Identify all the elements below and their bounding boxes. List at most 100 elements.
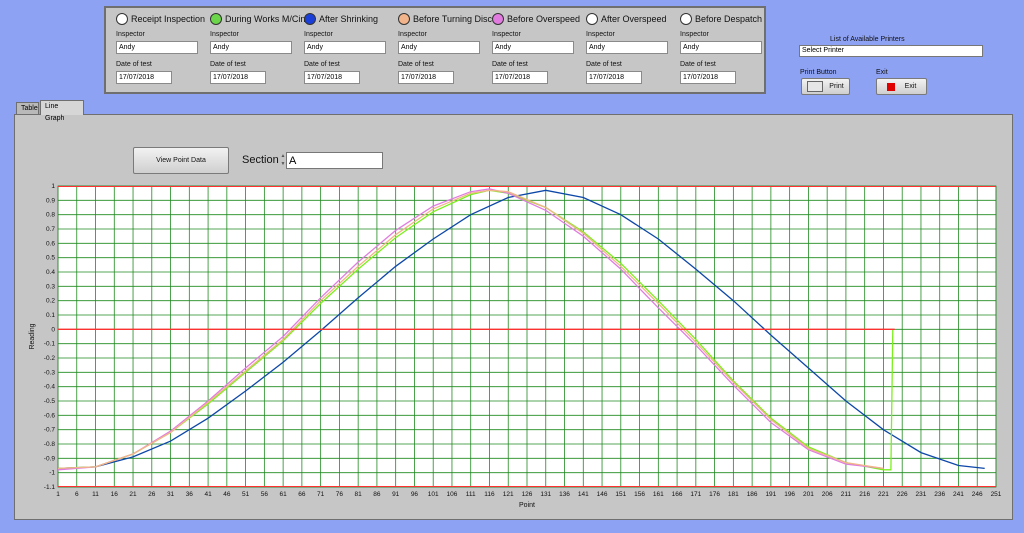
radio-button-icon[interactable]	[398, 13, 410, 25]
stage-column: Receipt Inspection Inspector Andy Date of t…	[116, 10, 216, 84]
x-tick-label: 186	[747, 491, 758, 498]
stage-label: Before Despatch	[695, 14, 763, 24]
radio-button-icon[interactable]	[210, 13, 222, 25]
x-tick-label: 166	[672, 491, 683, 498]
inspector-field[interactable]: Andy	[492, 41, 574, 54]
stage-label: Receipt Inspection	[131, 14, 206, 24]
y-tick-label: -1	[49, 470, 55, 477]
x-tick-label: 1	[56, 491, 60, 498]
y-tick-label: 0.4	[46, 269, 55, 276]
x-tick-label: 46	[223, 491, 231, 498]
inspector-label: Inspector	[680, 31, 709, 38]
date-of-test-field[interactable]: 17/07/2018	[398, 71, 454, 84]
y-tick-label: 0	[51, 326, 55, 333]
radio-button-icon[interactable]	[304, 13, 316, 25]
radio-button-icon[interactable]	[680, 13, 692, 25]
x-tick-label: 251	[991, 491, 1002, 498]
x-tick-label: 196	[784, 491, 795, 498]
inspector-label: Inspector	[210, 31, 239, 38]
inspection-stages-panel: Receipt Inspection Inspector Andy Date of t…	[104, 6, 766, 94]
y-tick-label: -0.3	[44, 369, 56, 376]
x-tick-label: 96	[411, 491, 419, 498]
y-tick-label: -0.6	[44, 412, 56, 419]
y-tick-label: -0.8	[44, 441, 56, 448]
printers-title: List of Available Printers	[830, 36, 905, 43]
y-tick-label: -0.1	[44, 341, 56, 348]
y-tick-label: 0.9	[46, 197, 55, 204]
stage-label: During Works M/Cing	[225, 14, 311, 24]
stage-column: Before Despatch Inspector Andy Date of test…	[680, 10, 780, 84]
date-of-test-label: Date of test	[586, 61, 622, 68]
x-tick-label: 226	[897, 491, 908, 498]
inspector-field[interactable]: Andy	[304, 41, 386, 54]
y-tick-label: -0.7	[44, 427, 56, 434]
y-tick-label: -0.5	[44, 398, 56, 405]
stage-radio-option[interactable]: During Works M/Cing	[210, 10, 310, 28]
y-tick-label: -0.9	[44, 455, 56, 462]
exit-button-caption: Exit	[876, 69, 888, 76]
tab-table[interactable]: Table	[16, 102, 39, 114]
date-of-test-field[interactable]: 17/07/2018	[680, 71, 736, 84]
y-tick-label: -0.4	[44, 384, 56, 391]
x-tick-label: 211	[841, 491, 852, 498]
stage-label: Before Turning Discs	[413, 14, 497, 24]
y-tick-label: 0.5	[46, 255, 55, 262]
date-of-test-field[interactable]: 17/07/2018	[492, 71, 548, 84]
section-field[interactable]: A	[286, 152, 383, 169]
printer-select[interactable]: Select Printer	[799, 45, 983, 57]
x-tick-label: 41	[204, 491, 212, 498]
x-tick-label: 161	[653, 491, 664, 498]
view-point-data-button[interactable]: View Point Data	[133, 147, 229, 174]
inspector-field[interactable]: Andy	[680, 41, 762, 54]
stage-column: During Works M/Cing Inspector Andy Date of …	[210, 10, 310, 84]
exit-button[interactable]: Exit	[876, 78, 927, 95]
inspector-field[interactable]: Andy	[586, 41, 668, 54]
x-tick-label: 116	[484, 491, 495, 498]
radio-button-icon[interactable]	[586, 13, 598, 25]
x-tick-label: 191	[765, 491, 776, 498]
x-tick-label: 241	[953, 491, 964, 498]
radio-button-icon[interactable]	[492, 13, 504, 25]
inspector-field[interactable]: Andy	[398, 41, 480, 54]
date-of-test-label: Date of test	[680, 61, 716, 68]
x-tick-label: 126	[522, 491, 533, 498]
x-tick-label: 151	[615, 491, 626, 498]
stage-radio-option[interactable]: Receipt Inspection	[116, 10, 216, 28]
x-tick-label: 86	[373, 491, 381, 498]
stage-radio-option[interactable]: After Shrinking	[304, 10, 404, 28]
inspector-label: Inspector	[398, 31, 427, 38]
date-of-test-field[interactable]: 17/07/2018	[210, 71, 266, 84]
y-tick-label: -1.1	[44, 484, 56, 491]
radio-button-icon[interactable]	[116, 13, 128, 25]
y-tick-label: -0.2	[44, 355, 56, 362]
section-label: Section	[242, 154, 279, 166]
x-tick-label: 181	[728, 491, 739, 498]
inspector-label: Inspector	[304, 31, 333, 38]
y-axis-label: Reading	[29, 323, 36, 349]
printer-icon	[807, 81, 824, 92]
stop-icon	[886, 82, 895, 91]
x-axis-label: Point	[519, 502, 535, 509]
stage-radio-option[interactable]: Before Despatch	[680, 10, 780, 28]
print-button-caption: Print Button	[800, 69, 837, 76]
inspector-field[interactable]: Andy	[116, 41, 198, 54]
stage-radio-option[interactable]: After Overspeed	[586, 10, 686, 28]
tab-line-graph[interactable]: Line Graph	[40, 100, 84, 122]
stage-column: Before Turning Discs Inspector Andy Date of…	[398, 10, 498, 84]
x-tick-label: 131	[540, 491, 551, 498]
print-button[interactable]: Print	[801, 78, 850, 95]
date-of-test-field[interactable]: 17/07/2018	[586, 71, 642, 84]
x-tick-label: 6	[75, 491, 79, 498]
date-of-test-field[interactable]: 17/07/2018	[116, 71, 172, 84]
date-of-test-label: Date of test	[210, 61, 246, 68]
x-tick-label: 11	[92, 491, 99, 498]
x-tick-label: 221	[878, 491, 889, 498]
date-of-test-field[interactable]: 17/07/2018	[304, 71, 360, 84]
stage-radio-option[interactable]: Before Turning Discs	[398, 10, 498, 28]
inspector-field[interactable]: Andy	[210, 41, 292, 54]
inspector-label: Inspector	[586, 31, 615, 38]
stage-radio-option[interactable]: Before Overspeed	[492, 10, 592, 28]
x-tick-label: 76	[336, 491, 344, 498]
y-tick-label: 0.8	[46, 212, 55, 219]
print-button-label: Print	[829, 83, 844, 90]
